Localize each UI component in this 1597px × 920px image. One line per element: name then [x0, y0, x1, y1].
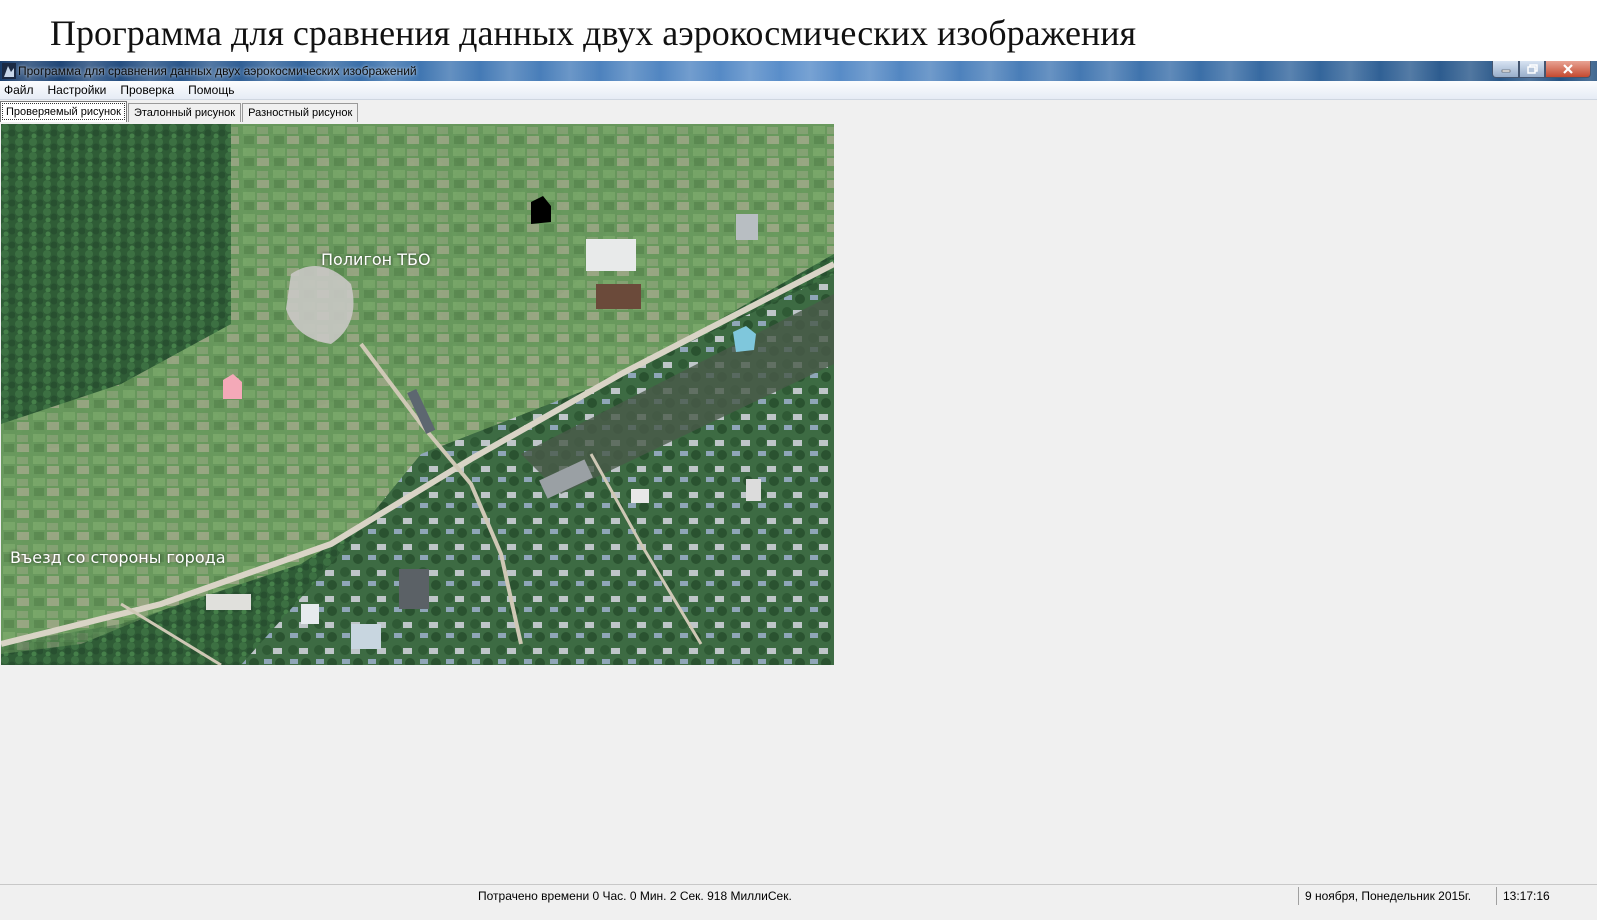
status-bar: Потрачено времени 0 Час. 0 Мин. 2 Сек. 9… — [0, 884, 1597, 906]
minimize-button[interactable] — [1492, 61, 1519, 78]
minimize-icon — [1501, 69, 1510, 73]
tab-reference-image[interactable]: Эталонный рисунок — [127, 103, 242, 122]
elapsed-time: Потрачено времени 0 Час. 0 Мин. 2 Сек. 9… — [478, 889, 792, 903]
status-time: 13:17:16 — [1496, 887, 1596, 905]
landfill-label: Полигон ТБО — [321, 250, 431, 269]
aerial-image[interactable]: Полигон ТБО Въезд со стороны города — [1, 124, 834, 665]
close-icon — [1563, 64, 1573, 74]
menu-help[interactable]: Помощь — [181, 81, 241, 99]
page-heading: Программа для сравнения данных двух аэро… — [50, 13, 1137, 53]
tab-strip: Проверяемый рисунок Эталонный рисунок Ра… — [0, 100, 359, 122]
satellite-photo — [1, 124, 834, 665]
menu-file[interactable]: Файл — [0, 81, 41, 99]
title-bar[interactable]: Программа для сравнения данных двух аэро… — [0, 61, 1597, 81]
app-window: Программа для сравнения данных двух аэро… — [0, 61, 1597, 920]
menu-bar: Файл Настройки Проверка Помощь — [0, 81, 1597, 100]
status-date: 9 ноября, Понедельник 2015г. — [1298, 887, 1488, 905]
close-button[interactable] — [1545, 61, 1591, 78]
app-icon — [2, 63, 16, 79]
tab-difference-image[interactable]: Разностный рисунок — [242, 103, 359, 122]
menu-check[interactable]: Проверка — [113, 81, 181, 99]
tab-checked-image[interactable]: Проверяемый рисунок — [0, 101, 127, 122]
maximize-button[interactable] — [1519, 61, 1545, 78]
maximize-icon — [1526, 64, 1538, 74]
window-title: Программа для сравнения данных двух аэро… — [18, 64, 417, 78]
menu-settings[interactable]: Настройки — [41, 81, 114, 99]
entrance-label: Въезд со стороны города — [10, 548, 226, 567]
